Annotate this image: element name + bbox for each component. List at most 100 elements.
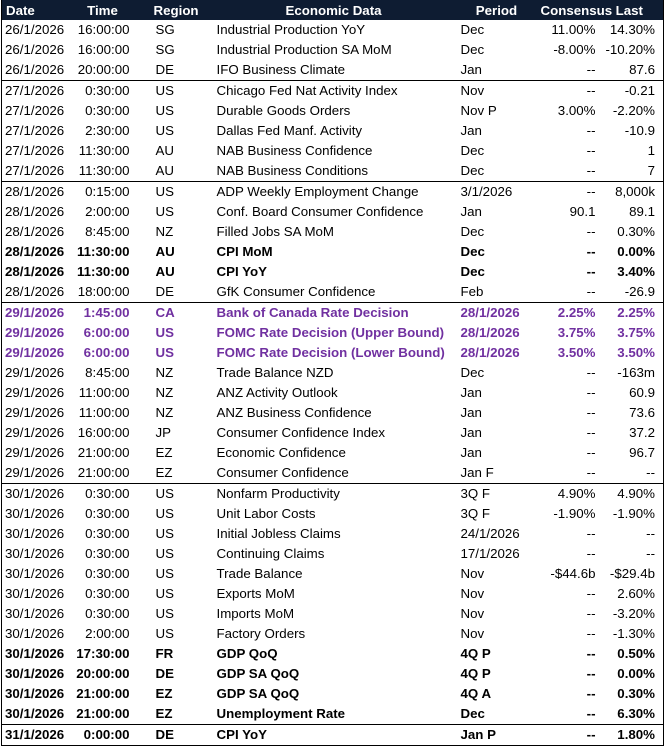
economic-data-cell: Imports MoM — [216, 606, 295, 621]
economic-data-cell: ANZ Activity Outlook — [216, 385, 338, 400]
time-cell: 6:00:00 — [83, 345, 130, 360]
economic-data-cell: Economic Confidence — [216, 445, 346, 460]
table-row: 26/1/2026 16:00:00 SG Industrial Production… — [1, 40, 664, 60]
consensus-cell: 3.50% — [557, 345, 596, 360]
period-cell: Jan — [460, 62, 482, 77]
time-cell: 0:30:00 — [85, 566, 130, 581]
period-cell: 4Q P — [460, 646, 491, 661]
consensus-cell: 90.1 — [569, 204, 596, 219]
last-value-cell: -3.20% — [599, 604, 664, 624]
period-cell: Dec — [460, 224, 485, 239]
period-cell: Jan — [460, 204, 482, 219]
date-cell: 30/1/2026 — [1, 684, 72, 704]
period-cell: 3/1/2026 — [454, 181, 537, 202]
date-cell: 29/1/2026 — [1, 463, 72, 484]
table-row: 28/1/2026 8:45:00 NZ Filled Jobs SA MoM Dec -… — [1, 222, 664, 242]
last-value-cell: 0.50% — [599, 644, 664, 664]
date-cell: 30/1/2026 — [1, 564, 72, 584]
region-cell: US — [133, 181, 209, 202]
last-value-cell: 14.30% — [599, 20, 664, 40]
time-cell: 20:00:00 — [76, 666, 130, 681]
last-value-cell: 2.60% — [599, 584, 664, 604]
consensus-cell: 3.75% — [557, 325, 596, 340]
date-cell: 30/1/2026 — [1, 524, 72, 544]
period-cell: Dec — [460, 706, 485, 721]
consensus-cell: -- — [586, 465, 596, 480]
date-cell: 27/1/2026 — [1, 121, 72, 141]
date-cell: 30/1/2026 — [1, 624, 72, 644]
region-cell: AU — [155, 143, 174, 158]
date-cell: 30/1/2026 — [1, 704, 72, 725]
last-value-cell: 73.6 — [599, 403, 664, 423]
consensus-cell: -1.90% — [553, 506, 596, 521]
period-cell: Jan — [460, 405, 482, 420]
last-value-cell: 6.30% — [599, 704, 664, 725]
region-cell: EZ — [155, 686, 173, 701]
consensus-cell: -- — [586, 244, 596, 259]
economic-data-cell: Unemployment Rate — [216, 706, 346, 721]
economic-data-cell: GDP SA QoQ — [216, 686, 300, 701]
consensus-cell: -- — [586, 666, 596, 681]
economic-data-cell: Initial Jobless Claims — [216, 526, 341, 541]
consensus-cell: 4.90% — [536, 483, 600, 504]
time-cell: 20:00:00 — [77, 62, 130, 77]
consensus-cell: 3.00% — [557, 103, 596, 118]
last-value-cell: 87.6 — [599, 60, 664, 81]
last-value-cell: -26.9 — [599, 282, 664, 303]
consensus-cell: -- — [586, 686, 596, 701]
table-row: 28/1/2026 18:00:00 DE GfK Consumer Confiden… — [1, 282, 664, 303]
date-cell: 30/1/2026 — [1, 483, 72, 504]
table-row: 30/1/2026 20:00:00 DE GDP SA QoQ 4Q P -- 0.00% — [1, 664, 664, 684]
economic-data-cell: GfK Consumer Confidence — [216, 284, 376, 299]
date-cell: 26/1/2026 — [1, 60, 72, 81]
period-cell: 24/1/2026 — [460, 526, 520, 541]
table-row: 29/1/2026 1:45:00 CA Bank of Canada Rate De… — [1, 302, 664, 323]
region-cell: AU — [155, 244, 175, 259]
economic-data-cell: NAB Business Confidence — [216, 143, 373, 158]
economic-data-cell: Trade Balance — [216, 566, 303, 581]
region-cell: NZ — [155, 385, 174, 400]
period-cell: Nov — [460, 586, 485, 601]
period-cell: Nov — [460, 566, 485, 581]
time-cell: 2:00:00 — [85, 626, 130, 641]
time-cell: 0:30:00 — [71, 483, 134, 504]
date-cell: 29/1/2026 — [1, 403, 72, 423]
economic-data-cell: Filled Jobs SA MoM — [216, 224, 335, 239]
consensus-cell: -- — [586, 586, 596, 601]
time-cell: 11:30:00 — [77, 264, 130, 279]
region-cell: US — [155, 626, 174, 641]
region-cell: US — [155, 546, 174, 561]
period-cell: Jan — [460, 425, 482, 440]
consensus-cell: -- — [586, 445, 596, 460]
table-row: 30/1/2026 21:00:00 EZ Unemployment Rate Dec -… — [1, 704, 664, 725]
consensus-cell: -- — [586, 143, 596, 158]
date-cell: 28/1/2026 — [1, 222, 72, 242]
consensus-cell: -- — [586, 264, 596, 279]
last-value-cell: 1 — [599, 141, 664, 161]
time-cell: 17:30:00 — [76, 646, 130, 661]
consensus-cell: -- — [536, 80, 600, 101]
consensus-cell: -- — [586, 606, 596, 621]
economic-data-cell: Consumer Confidence Index — [216, 425, 386, 440]
time-cell: 1:45:00 — [71, 302, 134, 323]
time-cell: 11:00:00 — [78, 405, 130, 420]
consensus-cell: -- — [586, 626, 596, 641]
region-cell: DE — [133, 724, 209, 746]
period-cell: Nov — [454, 80, 537, 101]
region-cell: CA — [133, 302, 209, 323]
table-row: 27/1/2026 0:30:00 US Durable Goods Orders No… — [1, 101, 664, 121]
last-value-cell: -10.9 — [599, 121, 664, 141]
period-cell: 3Q F — [454, 483, 537, 504]
economic-data-cell: GDP SA QoQ — [216, 666, 300, 681]
last-value-cell: 37.2 — [599, 423, 664, 443]
date-cell: 28/1/2026 — [1, 282, 72, 303]
period-cell: 28/1/2026 — [460, 345, 520, 360]
date-cell: 31/1/2026 — [1, 724, 72, 746]
consensus-cell: -- — [536, 181, 600, 202]
consensus-cell: -- — [586, 62, 596, 77]
time-cell: 16:00:00 — [77, 22, 130, 37]
consensus-cell: -- — [586, 546, 596, 561]
time-cell: 0:30:00 — [85, 103, 130, 118]
region-cell: EZ — [155, 465, 173, 480]
table-row: 30/1/2026 0:30:00 US Initial Jobless Claims… — [1, 524, 664, 544]
